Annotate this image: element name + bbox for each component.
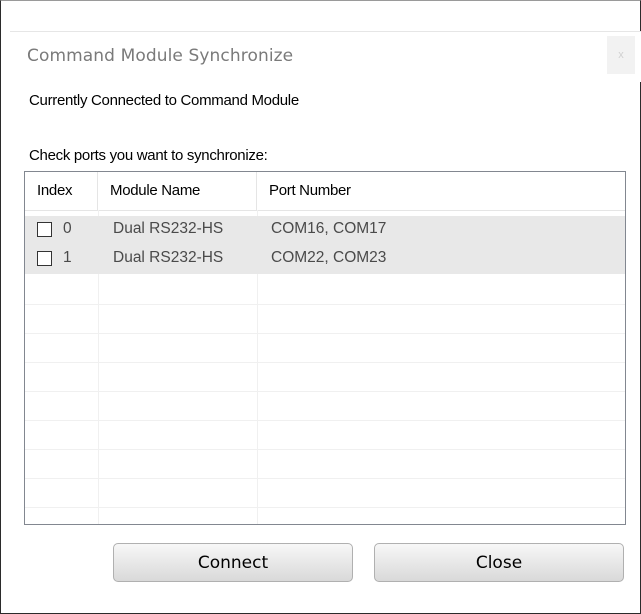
row-index: 1	[63, 249, 72, 266]
row-port-number: COM22, COM23	[271, 249, 387, 266]
column-header-port-number[interactable]: Port Number	[257, 172, 625, 210]
title-bar[interactable]: Command Module Synchronize x	[10, 31, 641, 82]
window-title: Command Module Synchronize	[27, 46, 294, 66]
row-index: 0	[63, 220, 72, 237]
row-port-number: COM16, COM17	[271, 220, 387, 237]
connect-button[interactable]: Connect	[113, 543, 353, 582]
row-module-name: Dual RS232-HS	[113, 220, 224, 237]
table-row[interactable]: 0 Dual RS232-HS COM16, COM17	[25, 216, 625, 245]
instruction-label: Check ports you want to synchronize:	[29, 147, 268, 164]
grid-line	[25, 391, 625, 392]
connection-status: Currently Connected to Command Module	[29, 92, 299, 109]
table-row[interactable]: 1 Dual RS232-HS COM22, COM23	[25, 245, 625, 274]
row-checkbox[interactable]	[37, 251, 52, 266]
grid-line	[25, 420, 625, 421]
dialog-window: Command Module Synchronize x Currently C…	[0, 0, 641, 614]
row-checkbox[interactable]	[37, 222, 52, 237]
list-header: Index Module Name Port Number	[25, 172, 625, 211]
grid-line	[25, 304, 625, 305]
column-header-index[interactable]: Index	[25, 172, 98, 210]
close-glyph: x	[618, 49, 624, 61]
row-module-name: Dual RS232-HS	[113, 249, 224, 266]
grid-line	[25, 362, 625, 363]
grid-line	[25, 449, 625, 450]
close-icon[interactable]: x	[607, 36, 635, 74]
grid-line	[25, 507, 625, 508]
grid-line	[25, 333, 625, 334]
grid-line	[25, 478, 625, 479]
column-header-module-name[interactable]: Module Name	[98, 172, 257, 210]
ports-listview[interactable]: Index Module Name Port Number 0 Dual RS2…	[24, 171, 626, 525]
close-button[interactable]: Close	[374, 543, 624, 582]
